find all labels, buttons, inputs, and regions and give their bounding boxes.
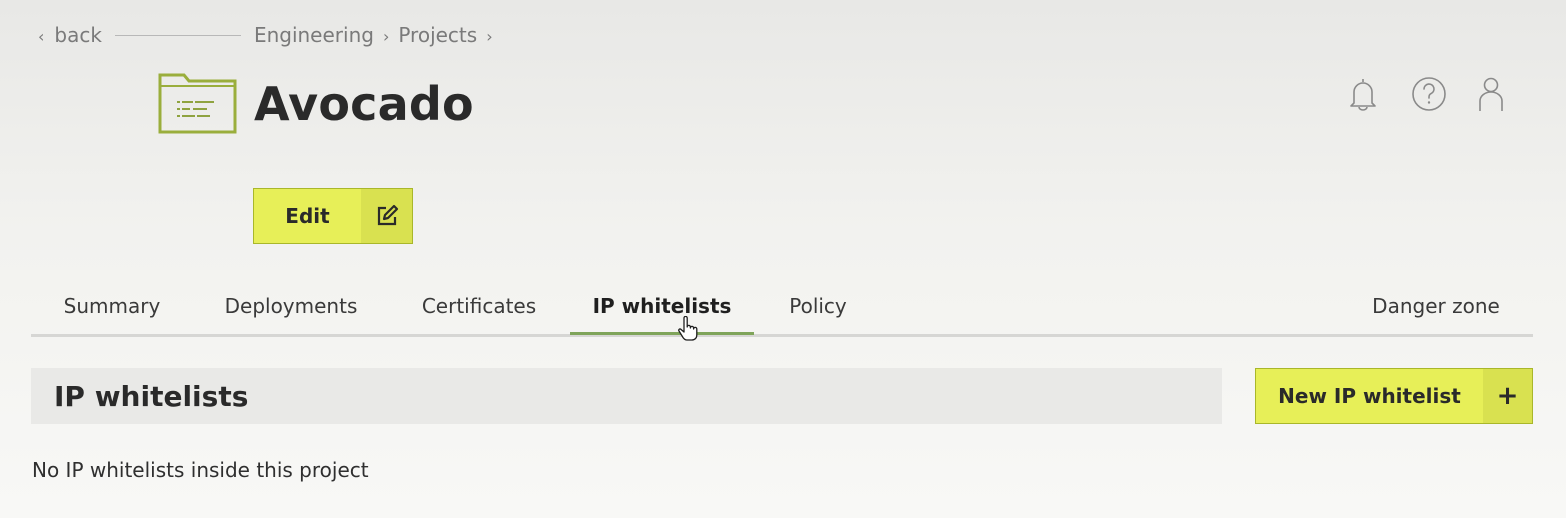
edit-icon xyxy=(361,189,412,243)
tab-ip-whitelists[interactable]: IP whitelists xyxy=(570,282,754,335)
section-header: IP whitelists xyxy=(31,368,1222,424)
chevron-right-icon: › xyxy=(486,26,493,46)
breadcrumb-item-projects[interactable]: Projects xyxy=(398,23,477,47)
edit-button[interactable]: Edit xyxy=(253,188,413,244)
section-title: IP whitelists xyxy=(54,379,249,413)
tab-deployments[interactable]: Deployments xyxy=(211,282,371,330)
new-ip-whitelist-button[interactable]: New IP whitelist + xyxy=(1255,368,1533,424)
edit-button-label: Edit xyxy=(285,204,330,228)
tab-danger-zone[interactable]: Danger zone xyxy=(1361,282,1511,330)
user-icon[interactable] xyxy=(1471,74,1511,114)
help-icon[interactable] xyxy=(1409,74,1449,114)
back-label: back xyxy=(54,23,102,47)
new-ip-whitelist-label: New IP whitelist xyxy=(1278,384,1461,408)
tab-policy[interactable]: Policy xyxy=(774,282,862,330)
breadcrumb-divider xyxy=(114,34,241,36)
back-link[interactable]: ‹ back xyxy=(38,23,102,47)
empty-state-message: No IP whitelists inside this project xyxy=(32,458,369,482)
plus-icon: + xyxy=(1483,369,1532,423)
chevron-left-icon: ‹ xyxy=(38,26,45,46)
breadcrumb: ‹ back Engineering › Projects › xyxy=(38,22,502,48)
chevron-right-icon: › xyxy=(382,26,390,46)
breadcrumb-item-engineering[interactable]: Engineering xyxy=(254,23,374,47)
folder-icon xyxy=(157,72,239,136)
tab-bar: Summary Deployments Certificates IP whit… xyxy=(31,282,1533,337)
page-title: Avocado xyxy=(254,77,474,131)
tab-certificates[interactable]: Certificates xyxy=(404,282,554,330)
tab-summary[interactable]: Summary xyxy=(31,282,193,330)
bell-icon[interactable] xyxy=(1343,74,1383,114)
pointer-hand-icon xyxy=(677,315,699,342)
